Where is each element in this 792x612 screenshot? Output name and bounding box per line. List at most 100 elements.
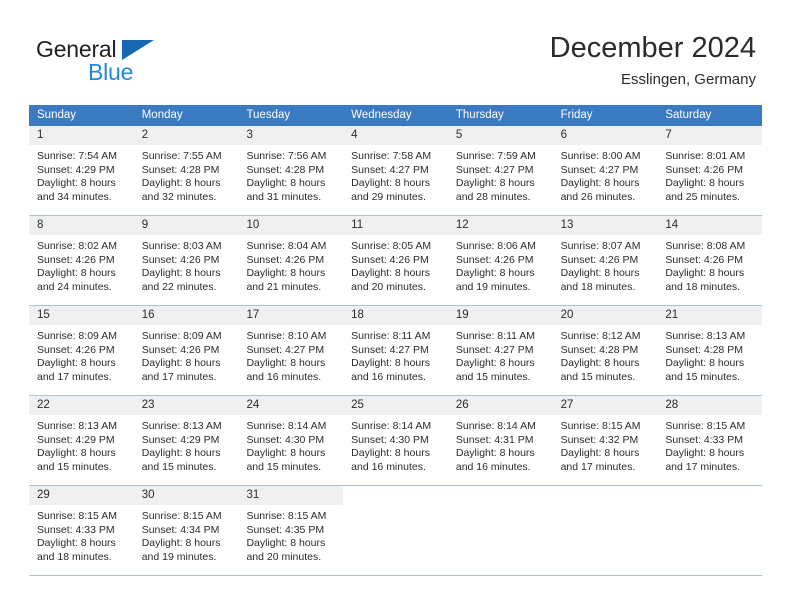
day-detail-cell: Sunrise: 8:03 AM Sunset: 4:26 PM Daylight:… (134, 235, 239, 305)
day-detail-row: Sunrise: 8:13 AM Sunset: 4:29 PM Daylight:… (29, 415, 762, 485)
day-number[interactable]: 15 (29, 306, 134, 325)
day-detail-cell: Sunrise: 7:58 AM Sunset: 4:27 PM Daylight:… (343, 145, 448, 215)
day-detail-line: Sunset: 4:28 PM (665, 343, 743, 356)
day-number[interactable]: 20 (553, 306, 658, 325)
day-detail-line: Sunrise: 8:07 AM (560, 240, 641, 252)
day-detail-line: Sunset: 4:28 PM (246, 163, 325, 176)
day-detail-line: Sunset: 4:27 PM (455, 343, 534, 356)
day-detail-cell: Sunrise: 8:13 AM Sunset: 4:28 PM Daylight:… (657, 325, 762, 395)
day-number[interactable]: 30 (134, 486, 239, 505)
weekday-header-tuesday: Tuesday (246, 109, 291, 121)
day-detail-line: and 15 minutes. (246, 460, 322, 473)
page-title: December 2024 (549, 32, 756, 64)
day-detail-line: Sunset: 4:29 PM (37, 433, 115, 446)
day-number[interactable]: 26 (448, 396, 553, 415)
day-detail-cell: Sunrise: 8:04 AM Sunset: 4:26 PM Daylight:… (238, 235, 343, 305)
day-detail-line: and 18 minutes. (37, 550, 112, 563)
day-number[interactable]: 14 (657, 216, 762, 235)
generalblue-logo[interactable]: General Blue (36, 36, 246, 88)
day-detail-line: Daylight: 8 hours (560, 267, 640, 280)
day-detail-line: and 15 minutes. (455, 370, 531, 383)
day-detail-line: Sunrise: 7:58 AM (351, 150, 432, 162)
day-detail-cell: Sunrise: 8:15 AM Sunset: 4:32 PM Daylight:… (553, 415, 658, 485)
day-detail-line: Daylight: 8 hours (665, 357, 745, 370)
day-number[interactable]: 21 (657, 306, 762, 325)
day-detail-line: Sunrise: 8:13 AM (665, 330, 746, 342)
day-number[interactable]: 28 (657, 396, 762, 415)
weekday-header-saturday: Saturday (665, 109, 712, 121)
day-detail-line: Daylight: 8 hours (141, 177, 221, 190)
day-cell-empty (447, 486, 553, 505)
day-detail-line: Sunrise: 8:01 AM (665, 150, 746, 162)
day-number[interactable]: 3 (238, 126, 343, 145)
calendar-week-row: 15 16 17 18 19 20 21 Sunrise: 8:09 AM Sunset: 4:… (29, 306, 762, 396)
day-number[interactable]: 17 (238, 306, 343, 325)
day-detail-cell: Sunrise: 8:14 AM Sunset: 4:30 PM Daylight:… (238, 415, 343, 485)
day-detail-line: Daylight: 8 hours (351, 177, 430, 190)
day-number[interactable]: 24 (238, 396, 343, 415)
day-detail-cell: Sunrise: 8:05 AM Sunset: 4:26 PM Daylight:… (343, 235, 448, 305)
day-number[interactable]: 16 (134, 306, 239, 325)
day-number[interactable]: 12 (448, 216, 553, 235)
day-number[interactable]: 1 (29, 126, 134, 145)
day-number[interactable]: 4 (343, 126, 448, 145)
day-number[interactable]: 11 (343, 216, 448, 235)
calendar-page: General Blue December 2024 Esslingen, Ge… (0, 0, 792, 612)
day-detail-line: Sunset: 4:26 PM (37, 343, 115, 356)
day-detail-line: Daylight: 8 hours (37, 267, 116, 280)
day-number-row: 29 30 31 (29, 486, 763, 505)
day-number[interactable]: 7 (657, 126, 762, 145)
day-number[interactable]: 25 (343, 396, 448, 415)
day-detail-line: and 31 minutes. (246, 190, 322, 203)
day-detail-line: Sunrise: 8:04 AM (246, 240, 327, 252)
day-detail-cell: Sunrise: 8:01 AM Sunset: 4:26 PM Daylight:… (657, 145, 762, 215)
day-detail-line: Sunset: 4:30 PM (351, 433, 429, 446)
day-detail-line: Sunrise: 8:15 AM (665, 420, 746, 432)
day-number[interactable]: 23 (134, 396, 239, 415)
weekday-header-row: Sunday Monday Tuesday Wednesday Thursday Frid… (29, 105, 762, 126)
day-number[interactable]: 9 (134, 216, 239, 235)
day-number-row: 22 23 24 25 26 27 28 (29, 396, 762, 415)
day-detail-line: and 29 minutes. (351, 190, 426, 203)
day-detail-line: Sunrise: 8:06 AM (455, 240, 536, 252)
day-number[interactable]: 31 (238, 486, 343, 505)
day-detail-line: Sunset: 4:30 PM (246, 433, 325, 446)
day-number[interactable]: 22 (29, 396, 134, 415)
day-number[interactable]: 2 (134, 126, 239, 145)
day-detail-line: and 19 minutes. (455, 280, 531, 293)
day-detail-line: Sunrise: 8:14 AM (246, 420, 327, 432)
day-detail-line: and 28 minutes. (455, 190, 531, 203)
day-detail-line: Sunset: 4:29 PM (37, 163, 115, 176)
day-detail-line: and 16 minutes. (351, 460, 426, 473)
weekday-header-thursday: Thursday (455, 109, 504, 121)
day-detail-line: and 17 minutes. (37, 370, 112, 383)
day-number[interactable]: 5 (448, 126, 553, 145)
day-detail-line: Sunrise: 7:56 AM (246, 150, 327, 162)
day-detail-line: Sunrise: 8:15 AM (37, 510, 117, 522)
day-detail-line: Sunset: 4:27 PM (351, 163, 429, 176)
calendar-week-row: 8 9 10 11 12 13 14 Sunrise: 8:02 AM Sunset: 4:26… (29, 216, 762, 306)
day-detail-cell: Sunrise: 8:13 AM Sunset: 4:29 PM Daylight:… (134, 415, 239, 485)
day-number[interactable]: 27 (553, 396, 658, 415)
day-detail-line: Daylight: 8 hours (37, 537, 116, 550)
day-detail-line: Daylight: 8 hours (141, 357, 221, 370)
day-detail-line: and 24 minutes. (37, 280, 112, 293)
day-detail-line: Daylight: 8 hours (455, 267, 535, 280)
day-detail-line: Sunset: 4:26 PM (141, 253, 220, 266)
day-number[interactable]: 19 (448, 306, 553, 325)
day-number[interactable]: 10 (238, 216, 343, 235)
day-number[interactable]: 13 (553, 216, 658, 235)
day-number[interactable]: 29 (29, 486, 134, 505)
day-detail-cell: Sunrise: 8:15 AM Sunset: 4:35 PM Daylight:… (238, 505, 343, 575)
day-number[interactable]: 18 (343, 306, 448, 325)
day-detail-line: Sunrise: 8:09 AM (141, 330, 222, 342)
day-detail-row: Sunrise: 8:02 AM Sunset: 4:26 PM Daylight:… (29, 235, 762, 305)
calendar-week-row: 1 2 3 4 5 6 7 Sunrise: 7:54 AM Sunset: 4:29 PM Da… (29, 126, 762, 216)
day-detail-line: Daylight: 8 hours (665, 267, 745, 280)
day-number[interactable]: 6 (553, 126, 658, 145)
day-detail-line: Sunset: 4:35 PM (246, 523, 325, 536)
day-detail-line: Sunset: 4:26 PM (665, 253, 743, 266)
day-detail-line: Daylight: 8 hours (141, 537, 221, 550)
day-number[interactable]: 8 (29, 216, 134, 235)
day-detail-line: and 17 minutes. (665, 460, 741, 473)
